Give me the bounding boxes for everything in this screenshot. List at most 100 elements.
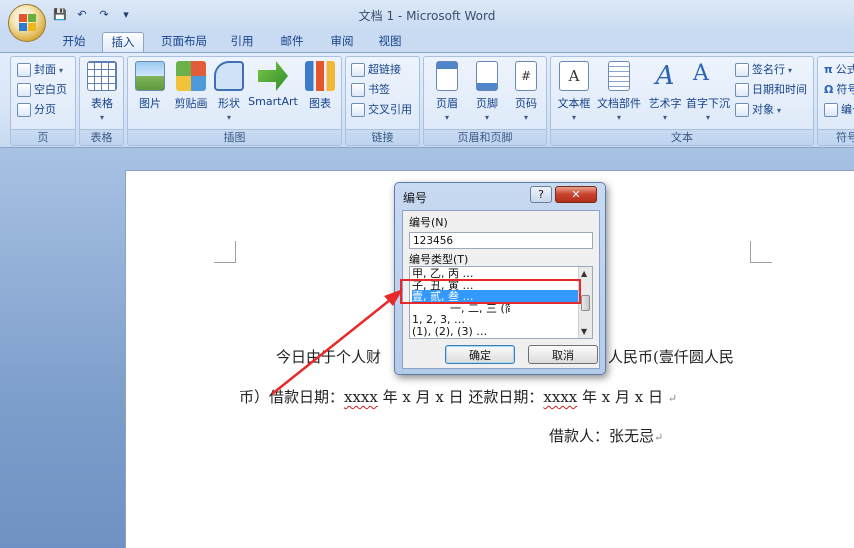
shapes-button[interactable]: 形状 ▾ <box>214 61 244 125</box>
header-icon <box>436 61 458 91</box>
spelling-error: xxxx <box>344 388 378 406</box>
office-button[interactable] <box>8 4 46 42</box>
chart-button[interactable]: 图表 <box>304 61 336 125</box>
footer-button[interactable]: 页脚 ▾ <box>470 61 504 125</box>
tab-home[interactable]: 开始 <box>56 32 92 52</box>
object-icon <box>735 103 749 117</box>
window-title: 文档 1 - Microsoft Word <box>358 9 496 23</box>
close-button[interactable]: ✕ <box>555 186 597 203</box>
tab-mailings[interactable]: 邮件 <box>274 32 310 52</box>
hyperlink-button[interactable]: 超链接 <box>351 61 401 79</box>
tab-view[interactable]: 视图 <box>372 32 408 52</box>
cross-reference-button[interactable]: 交叉引用 <box>351 101 412 119</box>
text-box-button[interactable]: A 文本框 ▾ <box>555 61 593 125</box>
quick-parts-button[interactable]: 文档部件 ▾ <box>595 61 643 125</box>
signature-line-button[interactable]: 签名行 ▾ <box>735 61 792 79</box>
ok-button[interactable]: 确定 <box>445 345 515 364</box>
paragraph-mark: ↵ <box>667 392 678 405</box>
shapes-icon <box>214 61 244 91</box>
group-label-pages: 页 <box>11 129 75 145</box>
group-label-links: 链接 <box>346 129 419 145</box>
title-bar: 💾 ↶ ↷ ▾ 文档 1 - Microsoft Word <box>0 0 854 30</box>
document-line-1-left: 今日由于个人财 <box>276 348 382 366</box>
page-number-icon: # <box>515 61 537 91</box>
drop-cap-icon: A <box>693 61 709 86</box>
clip-art-button[interactable]: 剪贴画 <box>172 61 210 125</box>
bookmark-button[interactable]: 书签 <box>351 81 390 99</box>
blank-page-button[interactable]: 空白页 <box>17 81 67 99</box>
tab-insert[interactable]: 插入 <box>102 32 144 52</box>
picture-button[interactable]: 图片 <box>134 61 166 125</box>
object-button[interactable]: 对象 ▾ <box>735 101 781 119</box>
crop-mark-top-left <box>214 241 236 263</box>
header-button[interactable]: 页眉 ▾ <box>430 61 464 125</box>
number-type-list[interactable]: 甲, 乙, 丙 … 子, 丑, 寅 … 壹, 贰, 叁 … 一, 二, 三 (简… <box>409 266 593 339</box>
quick-parts-icon <box>608 61 630 91</box>
paragraph-mark: ↵ <box>654 431 664 444</box>
equation-button[interactable]: π 公式 <box>824 61 854 79</box>
group-pages: 封面 ▾ 空白页 分页 页 <box>10 56 76 146</box>
drop-cap-button[interactable]: A 首字下沉 ▾ <box>685 61 731 125</box>
signature-line-icon <box>735 63 749 77</box>
bookmark-icon <box>351 83 365 97</box>
group-header-footer: 页眉 ▾ 页脚 ▾ # 页码 ▾ 页眉和页脚 <box>423 56 547 146</box>
group-symbols: π公式 Ω符号 编号 符号 <box>817 56 854 146</box>
page-break-button[interactable]: 分页 <box>17 101 56 119</box>
hyperlink-icon <box>351 63 365 77</box>
omega-icon: Ω <box>824 83 834 96</box>
group-links: 超链接 书签 交叉引用 链接 <box>345 56 420 146</box>
tab-references[interactable]: 引用 <box>224 32 260 52</box>
smartart-button[interactable]: SmartArt <box>248 61 298 125</box>
date-time-button[interactable]: 日期和时间 <box>735 81 807 99</box>
text-box-icon: A <box>559 61 589 91</box>
wordart-button[interactable]: A 艺术字 ▾ <box>645 61 685 125</box>
spelling-error: xxxx <box>543 388 578 406</box>
number-type-label: 编号类型(T) <box>409 253 469 266</box>
footer-icon <box>476 61 498 91</box>
picture-icon <box>135 61 165 91</box>
crop-mark-top-right <box>750 241 772 263</box>
cross-reference-icon <box>351 103 365 117</box>
page-break-icon <box>17 103 31 117</box>
tab-review[interactable]: 审阅 <box>324 32 360 52</box>
number-dialog: 编号 ? ✕ 编号(N) 编号类型(T) 甲, 乙, 丙 … 子, 丑, 寅 …… <box>394 182 606 375</box>
document-line-3: 借款人：张无忌↵ <box>549 427 664 445</box>
calendar-icon <box>735 83 749 97</box>
number-label: 编号(N) <box>409 216 448 229</box>
ribbon-tabs: 开始 插入 页面布局 引用 邮件 审阅 视图 <box>0 30 854 52</box>
dialog-title: 编号 <box>403 191 428 205</box>
group-label-header-footer: 页眉和页脚 <box>424 129 546 145</box>
cancel-button[interactable]: 取消 <box>528 345 598 364</box>
tab-page-layout[interactable]: 页面布局 <box>154 32 214 52</box>
group-label-text: 文本 <box>551 129 813 145</box>
table-button[interactable]: 表格 ▾ <box>85 61 119 125</box>
number-icon <box>824 103 838 117</box>
group-label-illustrations: 插图 <box>128 129 341 145</box>
group-illustrations: 图片 剪贴画 形状 ▾ SmartArt 图表 插图 <box>127 56 342 146</box>
document-line-1-right: 人民币(壹仟圆人民 <box>608 348 734 366</box>
group-tables: 表格 ▾ 表格 <box>79 56 124 146</box>
document-line-2: 币）借款日期：xxxx 年 x 月 x 日 还款日期：xxxx 年 x 月 x … <box>239 388 678 406</box>
group-text: A 文本框 ▾ 文档部件 ▾ A 艺术字 ▾ A 首字下沉 ▾ 签名行 ▾ 日期和时间 对… <box>550 56 814 146</box>
dialog-body: 编号(N) 编号类型(T) 甲, 乙, 丙 … 子, 丑, 寅 … 壹, 贰, … <box>402 210 600 369</box>
group-label-symbols: 符号 <box>818 129 854 145</box>
list-item[interactable]: (1), (2), (3) … <box>412 325 578 338</box>
scroll-thumb[interactable] <box>581 295 590 311</box>
cover-page-button[interactable]: 封面 ▾ <box>17 61 63 79</box>
number-button[interactable]: 编号 <box>824 101 854 119</box>
cover-page-icon <box>17 63 31 77</box>
page-number-button[interactable]: # 页码 ▾ <box>510 61 542 125</box>
help-button[interactable]: ? <box>530 186 552 203</box>
ribbon: 封面 ▾ 空白页 分页 页 表格 ▾ 表格 图片 剪贴画 形状 ▾ SmartArt <box>0 52 854 148</box>
wordart-icon: A <box>655 61 675 91</box>
group-label-tables: 表格 <box>80 129 123 145</box>
number-input[interactable] <box>409 232 593 249</box>
clip-art-icon <box>176 61 206 91</box>
table-icon <box>87 61 117 91</box>
list-scrollbar[interactable]: ▲ ▼ <box>578 267 592 338</box>
scroll-up-icon[interactable]: ▲ <box>581 269 587 278</box>
chart-icon <box>305 61 335 91</box>
scroll-down-icon[interactable]: ▼ <box>581 327 587 336</box>
blank-page-icon <box>17 83 31 97</box>
symbol-button[interactable]: Ω 符号 <box>824 81 854 99</box>
